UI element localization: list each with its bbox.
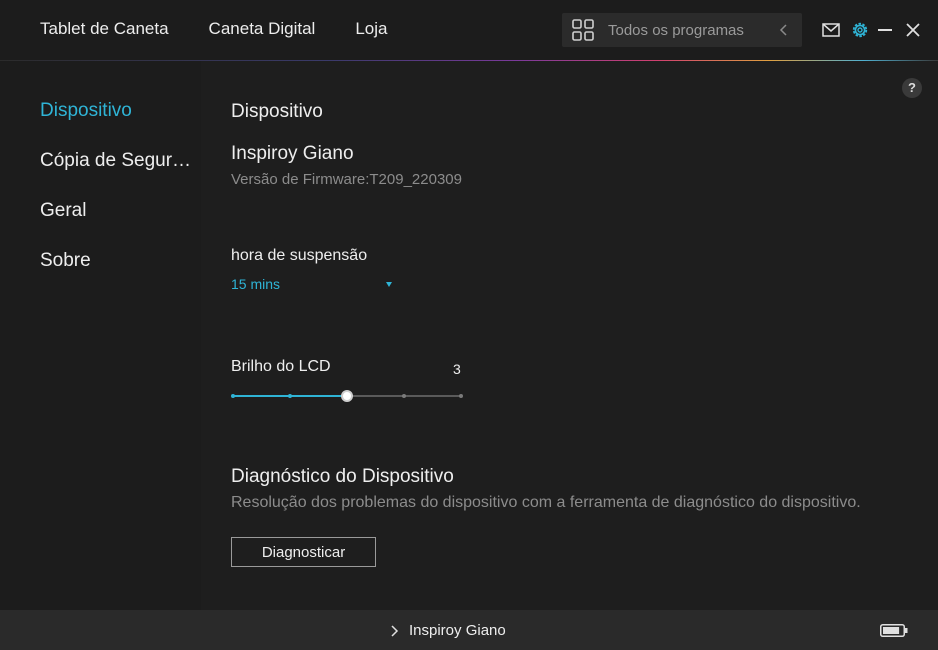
device-name: Inspiroy Giano — [231, 143, 354, 164]
lcd-brightness-value: 3 — [453, 361, 461, 377]
connected-device-name: Inspiroy Giano — [409, 622, 506, 639]
close-icon[interactable] — [904, 20, 922, 40]
minimize-icon[interactable] — [876, 20, 894, 40]
dropdown-caret-icon — [386, 282, 392, 287]
program-selector-label: Todos os programas — [608, 22, 744, 39]
battery-icon — [880, 624, 908, 637]
gear-icon[interactable] — [850, 20, 870, 40]
sleep-time-dropdown[interactable]: 15 mins — [231, 276, 395, 298]
slider-tick — [231, 394, 235, 398]
chevron-right-icon — [391, 624, 399, 637]
help-icon[interactable]: ? — [902, 78, 922, 98]
firmware-version: Versão de Firmware:T209_220309 — [231, 171, 462, 188]
bottom-bar: Inspiroy Giano — [0, 610, 938, 650]
slider-thumb[interactable] — [341, 390, 353, 402]
mail-icon[interactable] — [822, 20, 840, 40]
slider-tick — [402, 394, 406, 398]
sleep-time-value: 15 mins — [231, 276, 281, 292]
section-title: Dispositivo — [231, 101, 323, 122]
sidebar-item-device[interactable]: Dispositivo — [40, 100, 198, 122]
chevron-left-icon[interactable] — [778, 22, 790, 38]
top-bar: Tablet de Caneta Caneta Digital Loja Tod… — [0, 0, 938, 60]
device-switcher[interactable]: Inspiroy Giano — [388, 622, 506, 639]
sleep-time-label: hora de suspensão — [231, 247, 368, 264]
diagnostics-description: Resolução dos problemas do dispositivo c… — [231, 494, 861, 511]
sidebar-item-general[interactable]: Geral — [40, 200, 198, 222]
lcd-brightness-slider[interactable] — [231, 388, 463, 404]
sidebar: Dispositivo Cópia de Segura... Geral Sob… — [0, 61, 201, 610]
sidebar-item-about[interactable]: Sobre — [40, 250, 198, 272]
top-nav: Tablet de Caneta Caneta Digital Loja — [40, 19, 427, 39]
nav-store[interactable]: Loja — [355, 19, 387, 39]
diagnostics-title: Diagnóstico do Dispositivo — [231, 466, 454, 487]
slider-tick — [288, 394, 292, 398]
slider-tick — [459, 394, 463, 398]
program-selector[interactable]: Todos os programas — [562, 13, 802, 47]
lcd-brightness-label: Brilho do LCD — [231, 358, 331, 375]
apps-grid-icon — [572, 19, 594, 41]
sidebar-item-backup[interactable]: Cópia de Segura... — [40, 150, 198, 172]
nav-pen[interactable]: Caneta Digital — [209, 19, 316, 39]
diagnose-button[interactable]: Diagnosticar — [231, 537, 376, 567]
main-panel: ? Dispositivo Inspiroy Giano Versão de F… — [202, 61, 938, 610]
nav-tablet[interactable]: Tablet de Caneta — [40, 19, 169, 39]
